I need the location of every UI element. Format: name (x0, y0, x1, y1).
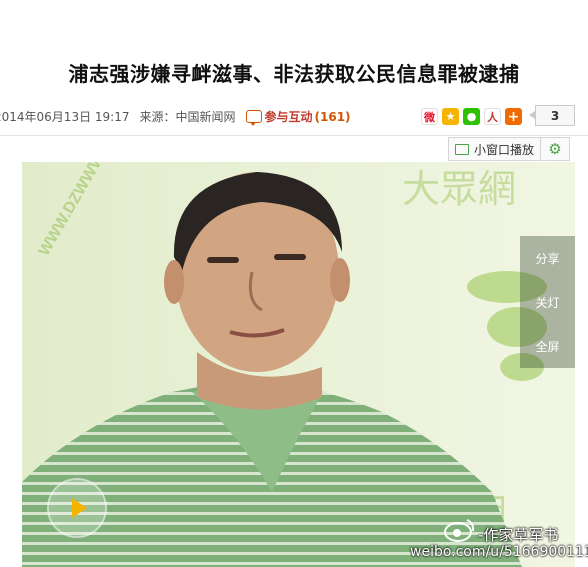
comment-link[interactable]: 参与互动 (161) (245, 108, 351, 126)
comment-label: 参与互动 (264, 110, 313, 124)
renren-icon[interactable]: 人 (484, 108, 501, 125)
lights-off-button[interactable]: 关灯 (520, 280, 575, 324)
small-window-label: 小窗口播放 (474, 142, 535, 157)
weibo-watermark-icon (444, 519, 475, 542)
share-count: 3 (529, 105, 575, 126)
more-icon[interactable]: + (505, 108, 522, 125)
mini-player-icon (455, 143, 469, 155)
gear-icon: ⚙ (548, 140, 562, 158)
comment-bubble-icon (245, 110, 262, 126)
small-window-button[interactable]: 小窗口播放 (448, 137, 542, 161)
player-toolbar: 小窗口播放 ⚙ (448, 137, 571, 161)
weibo-watermark-url: weibo.com/u/5166900111 (410, 544, 588, 560)
wechat-icon[interactable]: ● (463, 108, 480, 125)
weibo-icon[interactable]: 微 (421, 108, 438, 125)
settings-button[interactable]: ⚙ (541, 137, 571, 161)
divider (0, 135, 588, 136)
fullscreen-button[interactable]: 全屏 (520, 324, 575, 368)
svg-text:大眾網: 大眾網 (402, 167, 516, 211)
share-icons: 微 ★ ● 人 + (421, 108, 522, 125)
comment-count: (161) (314, 109, 351, 124)
article-source: 来源：中国新闻网 (139, 110, 236, 124)
article-date: 2014年06月13日 19:17 (0, 110, 130, 124)
qzone-icon[interactable]: ★ (442, 108, 459, 125)
play-icon (71, 498, 87, 518)
share-video-button[interactable]: 分享 (520, 236, 575, 280)
weibo-watermark-handle: -作家草军书 (478, 526, 559, 544)
play-button[interactable] (47, 478, 107, 538)
article-title: 浦志强涉嫌寻衅滋事、非法获取公民信息罪被逮捕 (68, 62, 520, 86)
article-meta: 2014年06月13日 19:17 来源：中国新闻网 参与互动 (161) (0, 108, 361, 126)
